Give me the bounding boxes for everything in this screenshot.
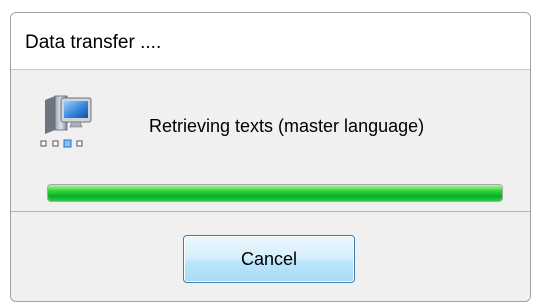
progress-bar bbox=[47, 184, 503, 202]
dialog-button-area: Cancel bbox=[11, 211, 530, 301]
progress-bar-fill bbox=[48, 185, 502, 201]
dialog-titlebar: Data transfer .... bbox=[11, 13, 530, 69]
cancel-button[interactable]: Cancel bbox=[183, 235, 355, 283]
status-text: Retrieving texts (master language) bbox=[149, 116, 425, 136]
dialog-title: Data transfer .... bbox=[25, 32, 162, 53]
dialog-content: Retrieving texts (master language) bbox=[11, 69, 530, 211]
data-transfer-dialog: Data transfer .... Retrieving texts (mas… bbox=[10, 12, 531, 302]
network-computer-icon bbox=[40, 95, 92, 148]
